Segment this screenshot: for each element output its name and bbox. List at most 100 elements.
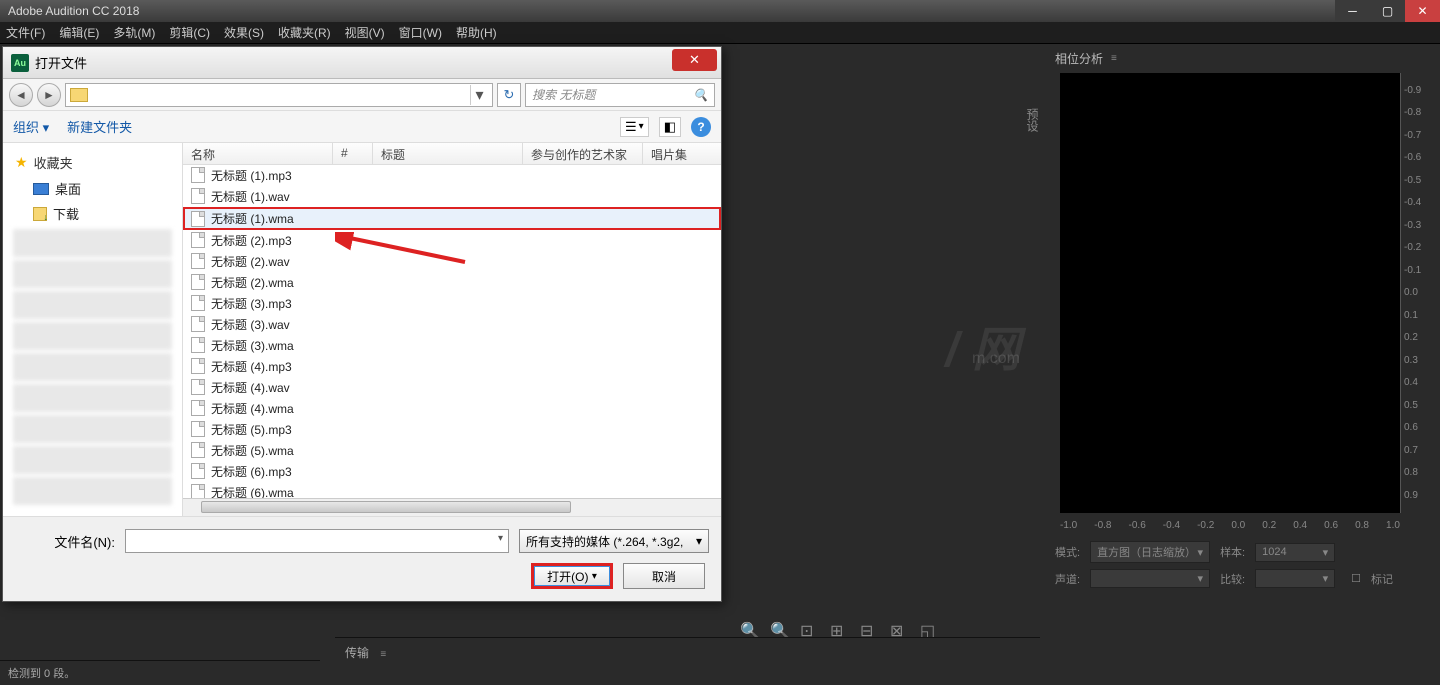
- file-icon: [191, 316, 205, 332]
- marker-label: 标记: [1371, 571, 1393, 587]
- transfer-label: 传输: [345, 646, 369, 660]
- file-name: 无标题 (3).wav: [211, 316, 290, 333]
- mode-label: 模式:: [1055, 544, 1080, 560]
- file-icon: [191, 442, 205, 458]
- dialog-navbar: ◄ ► ▾ ↻ 搜索 无标题 🔍: [3, 79, 721, 111]
- filetype-dropdown[interactable]: 所有支持的媒体 (*.264, *.3g2,▾: [519, 529, 709, 553]
- sidebar-downloads[interactable]: 下载: [3, 201, 182, 226]
- sample-label: 样本:: [1220, 544, 1245, 560]
- view-mode-selector[interactable]: ☰▾: [620, 117, 649, 137]
- file-row[interactable]: 无标题 (1).wma: [183, 207, 721, 230]
- path-box[interactable]: ▾: [65, 83, 493, 107]
- open-button[interactable]: 打开(O) ▾: [531, 563, 613, 589]
- refresh-button[interactable]: ↻: [497, 83, 521, 107]
- file-icon: [191, 463, 205, 479]
- search-icon: 🔍: [693, 88, 708, 102]
- nav-forward-button[interactable]: ►: [37, 83, 61, 107]
- menu-favorites[interactable]: 收藏夹(R): [278, 24, 331, 41]
- file-row[interactable]: 无标题 (6).wma: [183, 482, 721, 498]
- file-name: 无标题 (5).mp3: [211, 421, 292, 438]
- file-row[interactable]: 无标题 (3).wav: [183, 314, 721, 335]
- filename-input[interactable]: [125, 529, 509, 553]
- phase-x-scale: -1.0-0.8-0.6-0.4-0.20.00.20.40.60.81.0: [1060, 520, 1400, 531]
- menu-multitrack[interactable]: 多轨(M): [113, 24, 155, 41]
- channel-dropdown[interactable]: ▾: [1090, 569, 1210, 588]
- phase-chart: -0.9-0.8-0.7-0.6-0.5-0.4-0.3-0.2-0.10.00…: [1060, 73, 1400, 513]
- file-name: 无标题 (1).mp3: [211, 167, 292, 184]
- new-folder-button[interactable]: 新建文件夹: [67, 117, 132, 136]
- file-icon: [191, 211, 205, 227]
- path-dropdown-icon[interactable]: ▾: [470, 85, 488, 105]
- menu-file[interactable]: 文件(F): [6, 24, 45, 41]
- window-maximize[interactable]: ▢: [1370, 0, 1405, 22]
- file-icon: [191, 484, 205, 498]
- menu-effects[interactable]: 效果(S): [224, 24, 264, 41]
- sidebar-desktop[interactable]: 桌面: [3, 176, 182, 201]
- menubar: 文件(F) 编辑(E) 多轨(M) 剪辑(C) 效果(S) 收藏夹(R) 视图(…: [0, 22, 1440, 44]
- col-album[interactable]: 唱片集: [643, 143, 721, 164]
- dialog-footer: 文件名(N): ▾ 所有支持的媒体 (*.264, *.3g2,▾ 打开(O) …: [3, 516, 721, 601]
- file-name: 无标题 (1).wma: [211, 210, 294, 227]
- file-list: 名称 # 标题 参与创作的艺术家 唱片集 无标题 (1).mp3 无标题 (1).…: [183, 143, 721, 516]
- window-close[interactable]: ✕: [1405, 0, 1440, 22]
- transfer-menu-icon[interactable]: ≡: [380, 649, 386, 660]
- file-icon: [191, 232, 205, 248]
- file-icon: [191, 421, 205, 437]
- file-row[interactable]: 无标题 (1).mp3: [183, 165, 721, 186]
- file-row[interactable]: 无标题 (2).mp3: [183, 230, 721, 251]
- dialog-close-button[interactable]: ✕: [672, 49, 717, 71]
- file-name: 无标题 (3).mp3: [211, 295, 292, 312]
- phase-analysis-panel: 相位分析 ≡ -0.9-0.8-0.7-0.6-0.5-0.4-0.3-0.2-…: [1045, 44, 1440, 685]
- file-row[interactable]: 无标题 (6).mp3: [183, 461, 721, 482]
- file-icon: [191, 274, 205, 290]
- file-row[interactable]: 无标题 (5).mp3: [183, 419, 721, 440]
- app-titlebar: Adobe Audition CC 2018 ─ ▢ ✕: [0, 0, 1440, 22]
- file-row[interactable]: 无标题 (2).wav: [183, 251, 721, 272]
- col-num[interactable]: #: [333, 143, 373, 164]
- search-box[interactable]: 搜索 无标题 🔍: [525, 83, 715, 107]
- file-row[interactable]: 无标题 (4).wav: [183, 377, 721, 398]
- menu-view[interactable]: 视图(V): [345, 24, 385, 41]
- file-row[interactable]: 无标题 (5).wma: [183, 440, 721, 461]
- menu-edit[interactable]: 编辑(E): [59, 24, 99, 41]
- dialog-title-text: 打开文件: [35, 53, 87, 72]
- compare-dropdown[interactable]: ▾: [1255, 569, 1335, 588]
- panel-menu-icon[interactable]: ≡: [1111, 53, 1117, 64]
- file-name: 无标题 (2).wma: [211, 274, 294, 291]
- file-name: 无标题 (1).wav: [211, 188, 290, 205]
- col-title[interactable]: 标题: [373, 143, 523, 164]
- side-tab-presets[interactable]: 预设: [1020, 100, 1045, 140]
- preview-pane-toggle[interactable]: ◧: [659, 117, 681, 137]
- compare-label: 比较:: [1220, 571, 1245, 587]
- horizontal-scrollbar[interactable]: [183, 498, 721, 516]
- sample-dropdown[interactable]: 1024▾: [1255, 543, 1335, 562]
- file-row[interactable]: 无标题 (4).mp3: [183, 356, 721, 377]
- file-icon: [191, 253, 205, 269]
- window-minimize[interactable]: ─: [1335, 0, 1370, 22]
- cancel-button[interactable]: 取消: [623, 563, 705, 589]
- file-row[interactable]: 无标题 (4).wma: [183, 398, 721, 419]
- open-file-dialog: Au 打开文件 ✕ ◄ ► ▾ ↻ 搜索 无标题 🔍 组织 ▾ 新建文件夹 ☰▾…: [2, 46, 722, 602]
- file-icon: [191, 358, 205, 374]
- menu-help[interactable]: 帮助(H): [456, 24, 497, 41]
- file-row[interactable]: 无标题 (3).mp3: [183, 293, 721, 314]
- menu-clip[interactable]: 剪辑(C): [169, 24, 210, 41]
- help-icon[interactable]: ?: [691, 117, 711, 137]
- organize-button[interactable]: 组织 ▾: [13, 117, 49, 136]
- file-row[interactable]: 无标题 (1).wav: [183, 186, 721, 207]
- file-name: 无标题 (4).wma: [211, 400, 294, 417]
- col-artist[interactable]: 参与创作的艺术家: [523, 143, 643, 164]
- file-row[interactable]: 无标题 (3).wma: [183, 335, 721, 356]
- file-name: 无标题 (5).wma: [211, 442, 294, 459]
- col-name[interactable]: 名称: [183, 143, 333, 164]
- status-bar: 检测到 0 段。: [0, 660, 320, 685]
- file-row[interactable]: 无标题 (2).wma: [183, 272, 721, 293]
- desktop-icon: [33, 183, 49, 195]
- menu-window[interactable]: 窗口(W): [399, 24, 442, 41]
- nav-back-button[interactable]: ◄: [9, 83, 33, 107]
- star-icon: ★: [15, 154, 28, 171]
- filename-label: 文件名(N):: [15, 532, 115, 551]
- mode-dropdown[interactable]: 直方图（日志缩放）▾: [1090, 541, 1210, 563]
- file-icon: [191, 337, 205, 353]
- sidebar-favorites-header[interactable]: ★ 收藏夹: [3, 149, 182, 176]
